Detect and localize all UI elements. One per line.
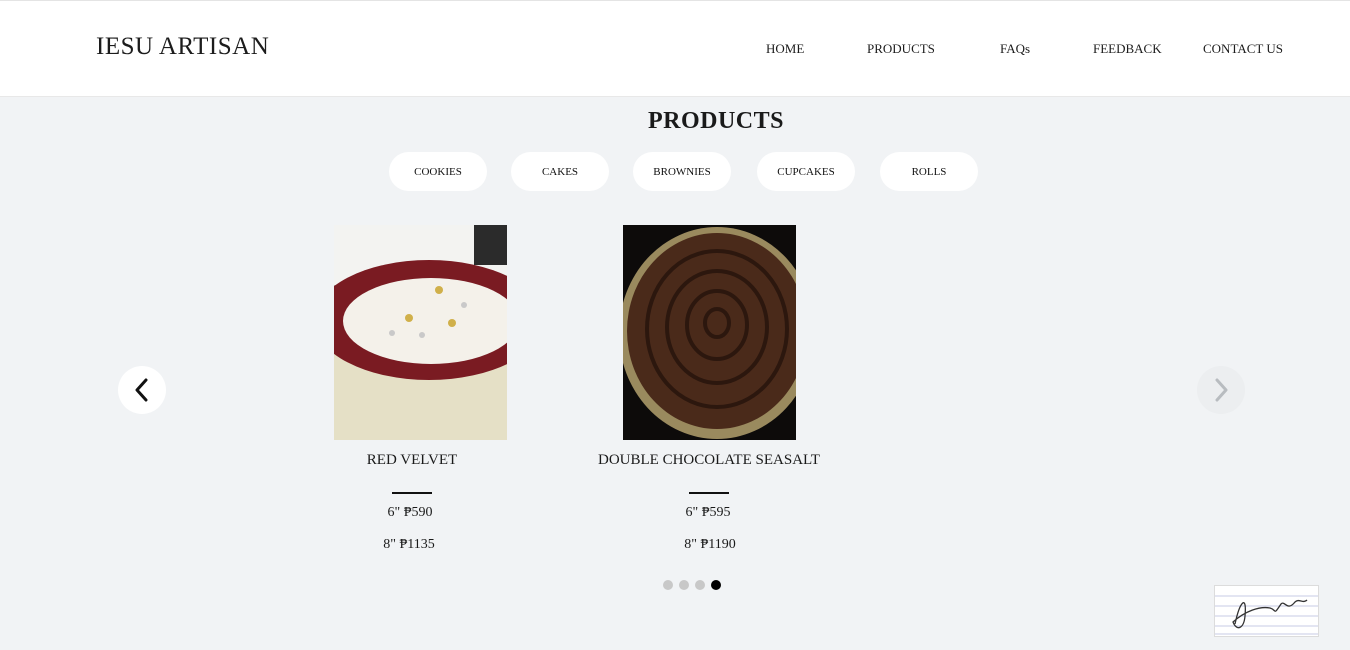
divider bbox=[689, 492, 729, 494]
carousel-dot-4-active[interactable] bbox=[711, 580, 721, 590]
category-cupcakes-button[interactable]: CUPCAKES bbox=[757, 152, 855, 191]
category-rolls-button[interactable]: ROLLS bbox=[880, 152, 978, 191]
category-cakes-button[interactable]: CAKES bbox=[511, 152, 609, 191]
nav-feedback[interactable]: FEEDBACK bbox=[1093, 41, 1162, 57]
category-brownies-button[interactable]: BROWNIES bbox=[633, 152, 731, 191]
nav-contact-us[interactable]: CONTACT US bbox=[1203, 41, 1283, 57]
carousel-next-button[interactable] bbox=[1197, 366, 1245, 414]
carousel-dot-2[interactable] bbox=[679, 580, 689, 590]
brand-logo-text[interactable]: IESU ARTISAN bbox=[96, 33, 269, 61]
chevron-right-icon bbox=[1215, 378, 1228, 402]
chevron-left-icon bbox=[135, 378, 148, 402]
site-header: IESU ARTISAN HOME PRODUCTS FAQs FEEDBACK… bbox=[0, 0, 1350, 97]
nav-faqs[interactable]: FAQs bbox=[1000, 41, 1030, 57]
product-name[interactable]: DOUBLE CHOCOLATE SEASALT bbox=[589, 452, 829, 469]
nav-products[interactable]: PRODUCTS bbox=[867, 41, 935, 57]
double-chocolate-seasalt-cake-image[interactable] bbox=[623, 225, 796, 440]
carousel-dot-1[interactable] bbox=[663, 580, 673, 590]
carousel-dot-3[interactable] bbox=[695, 580, 705, 590]
product-name[interactable]: RED VELVET bbox=[312, 452, 512, 469]
product-price: 8" ₱1190 bbox=[684, 537, 736, 552]
product-price: 6" ₱595 bbox=[685, 505, 731, 520]
divider bbox=[392, 492, 432, 494]
carousel-prev-button[interactable] bbox=[118, 366, 166, 414]
signature-badge[interactable] bbox=[1214, 585, 1319, 637]
category-cookies-button[interactable]: COOKIES bbox=[389, 152, 487, 191]
nav-home[interactable]: HOME bbox=[766, 41, 804, 57]
red-velvet-cake-image[interactable] bbox=[334, 225, 507, 440]
product-price: 6" ₱590 bbox=[387, 505, 433, 520]
page-title: PRODUCTS bbox=[647, 108, 784, 134]
product-price: 8" ₱1135 bbox=[383, 537, 435, 552]
